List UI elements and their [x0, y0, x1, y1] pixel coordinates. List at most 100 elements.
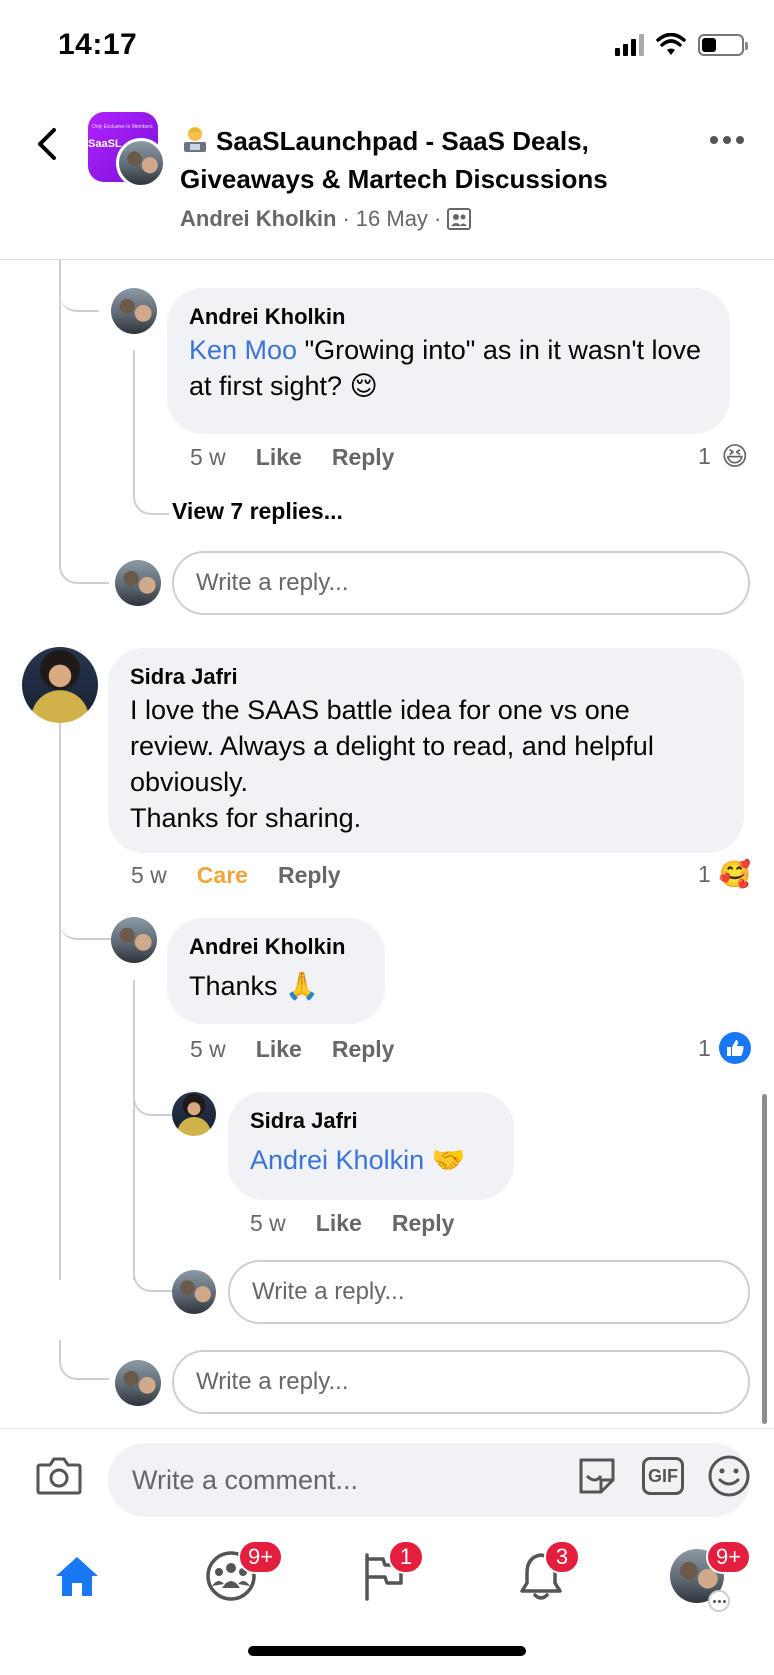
profile-badge: 9+	[706, 1540, 752, 1574]
comment-actions: 5 w Like Reply	[250, 1210, 454, 1237]
comment-composer: Write a comment... GIF	[0, 1428, 774, 1524]
group-privacy-icon	[447, 208, 472, 230]
comment-bubble[interactable]: Sidra Jafri I love the SAAS battle idea …	[108, 648, 744, 853]
reply-button[interactable]: Reply	[392, 1210, 455, 1237]
comment-body: I love the SAAS battle idea for one vs o…	[130, 695, 654, 833]
notifications-badge: 3	[544, 1540, 580, 1574]
status-time: 14:17	[58, 28, 138, 61]
like-button[interactable]: Like	[256, 1036, 302, 1063]
tab-notifications[interactable]: 3	[506, 1540, 580, 1606]
thread-curve	[133, 350, 169, 515]
reaction-summary[interactable]: 1	[698, 1032, 751, 1064]
home-icon	[56, 1557, 98, 1596]
post-meta: Andrei Kholkin · 16 May ·	[180, 206, 472, 232]
status-bar: 14:17	[0, 0, 774, 92]
composer-tools: GIF	[574, 1449, 752, 1503]
commenter-name[interactable]: Sidra Jafri	[130, 662, 722, 692]
commenter-avatar[interactable]	[22, 647, 98, 723]
smiley-icon	[708, 1455, 750, 1497]
camera-icon[interactable]	[36, 1455, 82, 1495]
emoji-button[interactable]	[706, 1453, 752, 1499]
tab-pages[interactable]: 1	[350, 1540, 424, 1606]
back-button[interactable]	[28, 126, 64, 162]
reply-button[interactable]: Reply	[278, 862, 341, 889]
current-user-avatar	[115, 1360, 161, 1406]
care-reaction-icon: 🥰	[718, 858, 751, 889]
sticker-button[interactable]	[574, 1453, 620, 1499]
tab-groups[interactable]: 9+	[196, 1540, 284, 1606]
menu-icon	[708, 1590, 730, 1612]
care-reaction-button[interactable]: Care	[197, 862, 248, 889]
pages-badge: 1	[388, 1540, 424, 1574]
current-user-avatar	[115, 560, 161, 606]
thread-curve	[59, 1340, 109, 1380]
comment-bubble[interactable]: Andrei Kholkin Thanks 🙏	[167, 918, 385, 1024]
comment-time[interactable]: 5 w	[250, 1210, 286, 1237]
post-author[interactable]: Andrei Kholkin	[180, 206, 336, 232]
comment-input-placeholder: Write a comment...	[132, 1464, 359, 1495]
thumbs-up-icon	[726, 1040, 744, 1056]
commenter-avatar[interactable]	[111, 917, 157, 963]
comment-time[interactable]: 5 w	[131, 862, 167, 889]
reaction-summary[interactable]: 1 😆	[698, 440, 751, 472]
like-button[interactable]: Like	[256, 444, 302, 471]
reaction-count: 1	[698, 442, 711, 469]
gif-button[interactable]: GIF	[640, 1453, 686, 1499]
signal-icon	[615, 34, 644, 56]
comment-bubble[interactable]: Sidra Jafri Andrei Kholkin 🤝	[228, 1092, 514, 1200]
thread-line	[59, 260, 61, 560]
reply-input[interactable]: Write a reply...	[172, 551, 750, 615]
meta-separator: ·	[433, 206, 442, 231]
commenter-name[interactable]: Andrei Kholkin	[189, 302, 708, 332]
mention-link[interactable]: Andrei Kholkin	[250, 1145, 424, 1175]
battery-icon	[698, 34, 748, 56]
commenter-avatar[interactable]	[111, 288, 157, 334]
comment-actions: 5 w Care Reply	[131, 862, 341, 889]
commenter-name[interactable]: Sidra Jafri	[250, 1106, 492, 1136]
sticker-icon	[579, 1458, 615, 1494]
author-avatar[interactable]	[116, 138, 166, 188]
like-reaction-icon	[718, 1032, 751, 1064]
more-options-button[interactable]	[710, 136, 744, 144]
thread-line	[59, 720, 61, 1280]
tab-home[interactable]	[42, 1546, 112, 1606]
view-replies-link[interactable]: View 7 replies...	[172, 498, 343, 525]
group-title[interactable]: SaaSLaunchpad - SaaS Deals, Giveaways & …	[180, 122, 690, 198]
scrollbar[interactable]	[762, 1094, 767, 1424]
commenter-name[interactable]: Andrei Kholkin	[189, 932, 363, 962]
mention-link[interactable]: Ken Moo	[189, 335, 297, 365]
technologist-emoji-icon	[184, 127, 206, 152]
handshake-emoji-icon: 🤝	[431, 1145, 466, 1175]
commenter-avatar[interactable]	[172, 1092, 216, 1136]
reaction-summary[interactable]: 1 🥰	[698, 858, 751, 890]
comment-bubble[interactable]: Andrei Kholkin Ken Moo "Growing into" as…	[167, 288, 730, 434]
comment-time[interactable]: 5 w	[190, 1036, 226, 1063]
thread-curve	[59, 540, 109, 584]
meta-separator: ·	[342, 206, 350, 231]
reply-button[interactable]: Reply	[332, 1036, 395, 1063]
reply-button[interactable]: Reply	[332, 444, 395, 471]
reply-input[interactable]: Write a reply...	[172, 1350, 750, 1414]
post-date[interactable]: 16 May	[356, 206, 428, 232]
reply-input[interactable]: Write a reply...	[228, 1260, 750, 1324]
thread-curve	[59, 272, 99, 312]
thread-curve	[59, 890, 111, 940]
gif-icon: GIF	[642, 1457, 684, 1495]
haha-reaction-icon: 😆	[721, 440, 749, 471]
thread-curve	[133, 1250, 173, 1292]
home-indicator	[248, 1646, 526, 1656]
group-avatar-subtitle: Only Exclusive to Members	[92, 124, 153, 130]
comment-text: Ken Moo "Growing into" as in it wasn't l…	[189, 332, 708, 404]
comment-actions: 5 w Like Reply	[190, 444, 394, 471]
current-user-avatar	[172, 1270, 216, 1314]
groups-badge: 9+	[238, 1540, 284, 1574]
comment-time[interactable]: 5 w	[190, 444, 226, 471]
reaction-count: 1	[698, 1034, 711, 1061]
wifi-icon	[656, 33, 686, 55]
comment-body: Thanks 🙏	[189, 971, 319, 1001]
thread-line	[133, 980, 135, 1280]
chevron-left-icon	[38, 128, 56, 160]
comment-actions: 5 w Like Reply	[190, 1036, 394, 1063]
like-button[interactable]: Like	[316, 1210, 362, 1237]
tab-profile[interactable]: 9+	[662, 1540, 752, 1612]
